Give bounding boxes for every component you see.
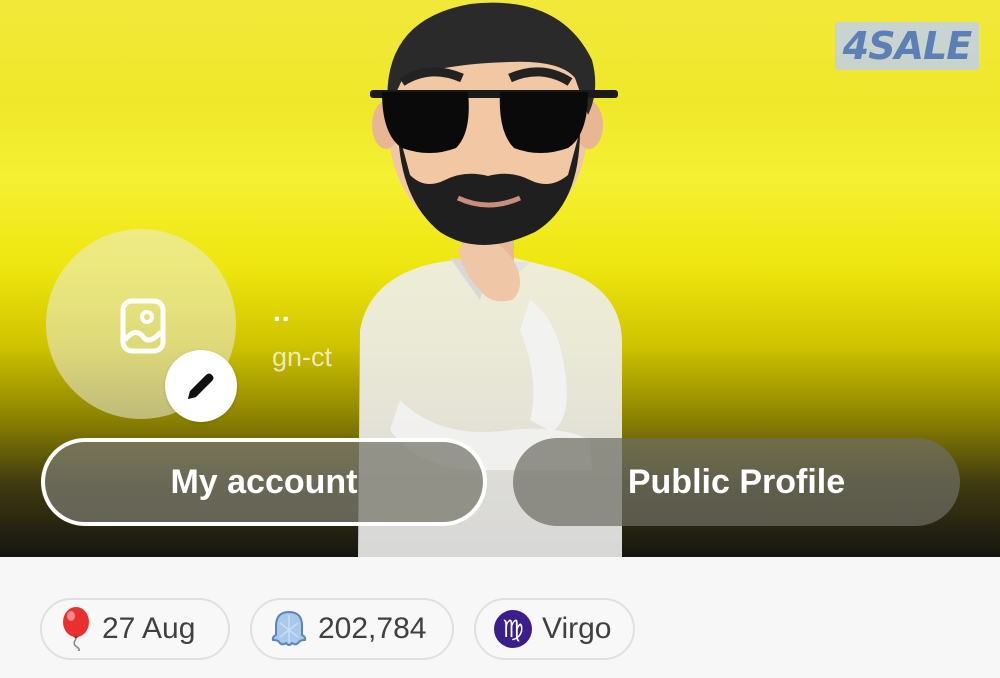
my-account-button[interactable]: My account bbox=[41, 438, 487, 526]
username: gn-ct bbox=[272, 342, 333, 372]
virgo-icon: ♍ bbox=[494, 610, 532, 648]
birthday-label: 27 Aug bbox=[102, 612, 196, 645]
profile-header: 4SALE .. gn-ct My account Public Profile bbox=[0, 0, 1000, 557]
birthday-chip[interactable]: 27 Aug bbox=[40, 598, 230, 660]
balloon-icon bbox=[63, 607, 89, 651]
zodiac-label: Virgo bbox=[542, 612, 612, 645]
snap-score-chip[interactable]: 202,784 bbox=[250, 598, 454, 660]
pencil-icon bbox=[188, 373, 214, 399]
image-icon bbox=[120, 298, 166, 354]
public-profile-button[interactable]: Public Profile bbox=[513, 438, 960, 526]
zodiac-chip[interactable]: ♍ Virgo bbox=[474, 598, 635, 660]
watermark-logo: 4SALE bbox=[835, 22, 979, 70]
snap-score-value: 202,784 bbox=[318, 612, 427, 645]
ghost-icon bbox=[271, 610, 307, 646]
edit-avatar-button[interactable] bbox=[165, 350, 237, 422]
display-name: .. bbox=[273, 296, 291, 327]
